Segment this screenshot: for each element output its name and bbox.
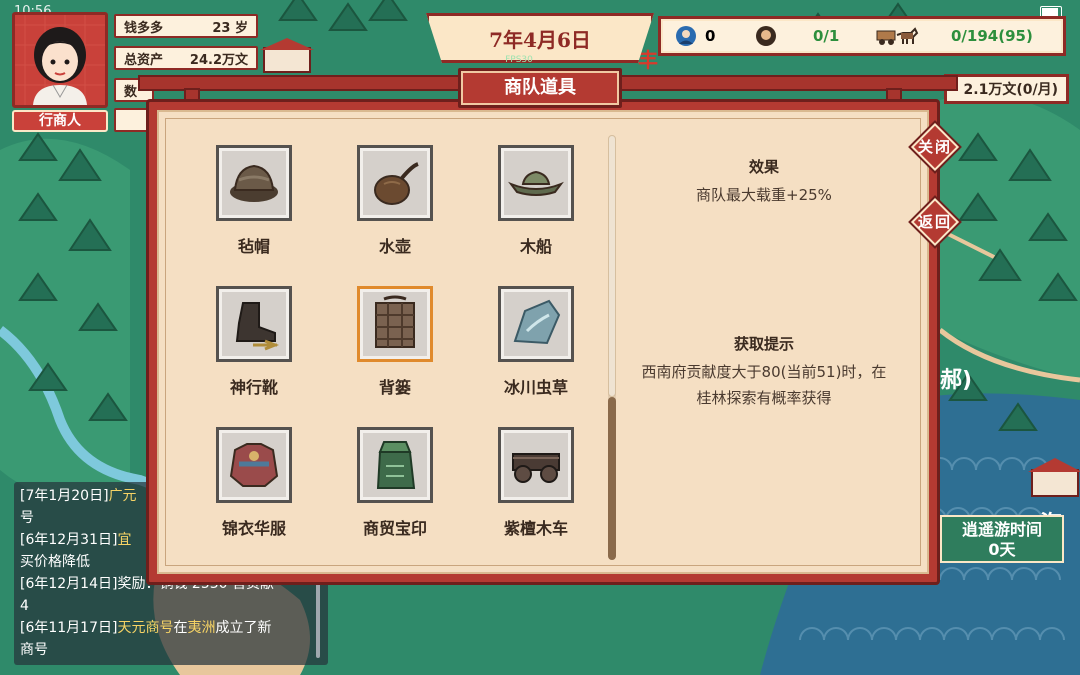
item-label: 冰川虫草 — [503, 378, 568, 397]
player-age: 23 岁 — [212, 20, 248, 36]
rosewood-cart-icon — [512, 453, 560, 483]
player-row3-label: 数 — [124, 84, 138, 100]
item-slot — [498, 286, 574, 362]
close-button[interactable]: 关闭 — [910, 122, 960, 172]
current-date: 7年4月6日 — [489, 27, 591, 52]
item-label: 毡帽 — [237, 237, 270, 256]
item-glacier-cordyceps[interactable]: 冰川虫草 — [474, 286, 594, 416]
item-slot — [216, 286, 292, 362]
felt-hat-icon — [230, 164, 278, 202]
log-line: 4 — [20, 598, 29, 614]
player-name: 钱多多 — [124, 20, 164, 36]
item-label: 神行靴 — [229, 378, 278, 397]
item-trade-seal[interactable]: 商贸宝印 — [333, 427, 453, 557]
player-name-row: 钱多多 23 岁 — [114, 14, 258, 38]
scholar-resource[interactable]: 0 — [675, 25, 747, 47]
wander-value: 0天 — [988, 540, 1016, 559]
effect-title: 效果 — [748, 158, 779, 176]
item-back-basket[interactable]: 背篓 — [333, 286, 453, 416]
hint-text-line1: 西南府贡献度大于80(当前51)时，在 — [641, 363, 887, 381]
item-label: 木船 — [519, 237, 552, 256]
item-wooden-boat[interactable]: 木船 — [474, 145, 594, 275]
item-label: 商贸宝印 — [362, 519, 427, 538]
brocade-robe-icon — [229, 443, 279, 487]
item-slot — [357, 145, 433, 221]
trade-seal-icon — [376, 441, 416, 489]
wander-label: 逍遥游时间 — [961, 520, 1042, 539]
scholar-count: 0 — [705, 27, 716, 45]
item-brocade-robe[interactable]: 锦衣华服 — [192, 427, 312, 557]
hint-text-line2: 桂林探索有概率获得 — [696, 389, 832, 407]
money-value: 2.1万文(0/月) — [963, 82, 1058, 98]
item-water-flask[interactable]: 水壶 — [333, 145, 453, 275]
close-label: 关闭 — [917, 138, 952, 156]
worker-count: 0/1 — [813, 27, 840, 45]
back-label: 返回 — [917, 213, 952, 231]
total-assets-value: 24.2万文 — [189, 52, 248, 68]
date-banner: 7年4月6日 — [426, 13, 654, 63]
item-slot — [357, 427, 433, 503]
hint-title: 获取提示 — [733, 335, 794, 353]
item-label: 背篓 — [378, 378, 411, 397]
item-swift-boots[interactable]: 神行靴 — [192, 286, 312, 416]
caravan-capacity: 0/194(95) — [951, 27, 1033, 45]
player-avatar[interactable] — [12, 12, 108, 108]
resource-bar: 0 0/1 0/194(95) — [658, 16, 1066, 56]
fps-counter: FPS30 — [505, 55, 533, 65]
item-slot-selected — [357, 286, 433, 362]
log-line: 商号 — [20, 642, 48, 658]
item-slot — [216, 145, 292, 221]
wooden-boat-icon — [508, 170, 564, 196]
caravan-resource[interactable]: 0/194(95) — [875, 25, 1033, 47]
money-box[interactable]: 2.1万文(0/月) — [944, 74, 1069, 104]
back-button[interactable]: 返回 — [910, 197, 960, 247]
item-label: 水壶 — [378, 237, 411, 256]
worker-resource[interactable]: 0/1 — [755, 25, 871, 47]
log-line: [6年11月17日]天元商号在夷洲成立了新 — [20, 620, 272, 636]
item-slot — [216, 427, 292, 503]
map-label-paren: 郝) — [940, 368, 973, 393]
items-scrollbar-lower — [608, 397, 616, 560]
item-label: 锦衣华服 — [221, 519, 286, 538]
worker-icon — [755, 25, 777, 47]
effect-text: 商队最大载重+25% — [696, 186, 832, 204]
glacier-cordyceps-icon — [513, 299, 561, 345]
total-assets-label: 总资产 — [124, 52, 164, 68]
water-flask-icon — [374, 162, 419, 205]
dialog-title: 商队道具 — [458, 68, 622, 108]
caravan-icon — [875, 25, 919, 47]
player-role: 行商人 — [12, 110, 108, 132]
back-basket-icon — [375, 295, 415, 348]
item-felt-hat[interactable]: 毡帽 — [192, 145, 312, 275]
wander-time-button[interactable]: 逍遥游时间 0天 — [940, 515, 1064, 563]
scholar-icon — [675, 25, 697, 47]
item-slot — [498, 145, 574, 221]
item-slot — [498, 427, 574, 503]
item-label: 紫檀木车 — [503, 519, 568, 538]
items-scrollbar-thumb[interactable] — [608, 135, 616, 397]
swift-boots-icon — [235, 302, 280, 351]
total-assets-row: 总资产 24.2万文 — [114, 46, 258, 70]
item-rosewood-cart[interactable]: 紫檀木车 — [474, 427, 594, 557]
